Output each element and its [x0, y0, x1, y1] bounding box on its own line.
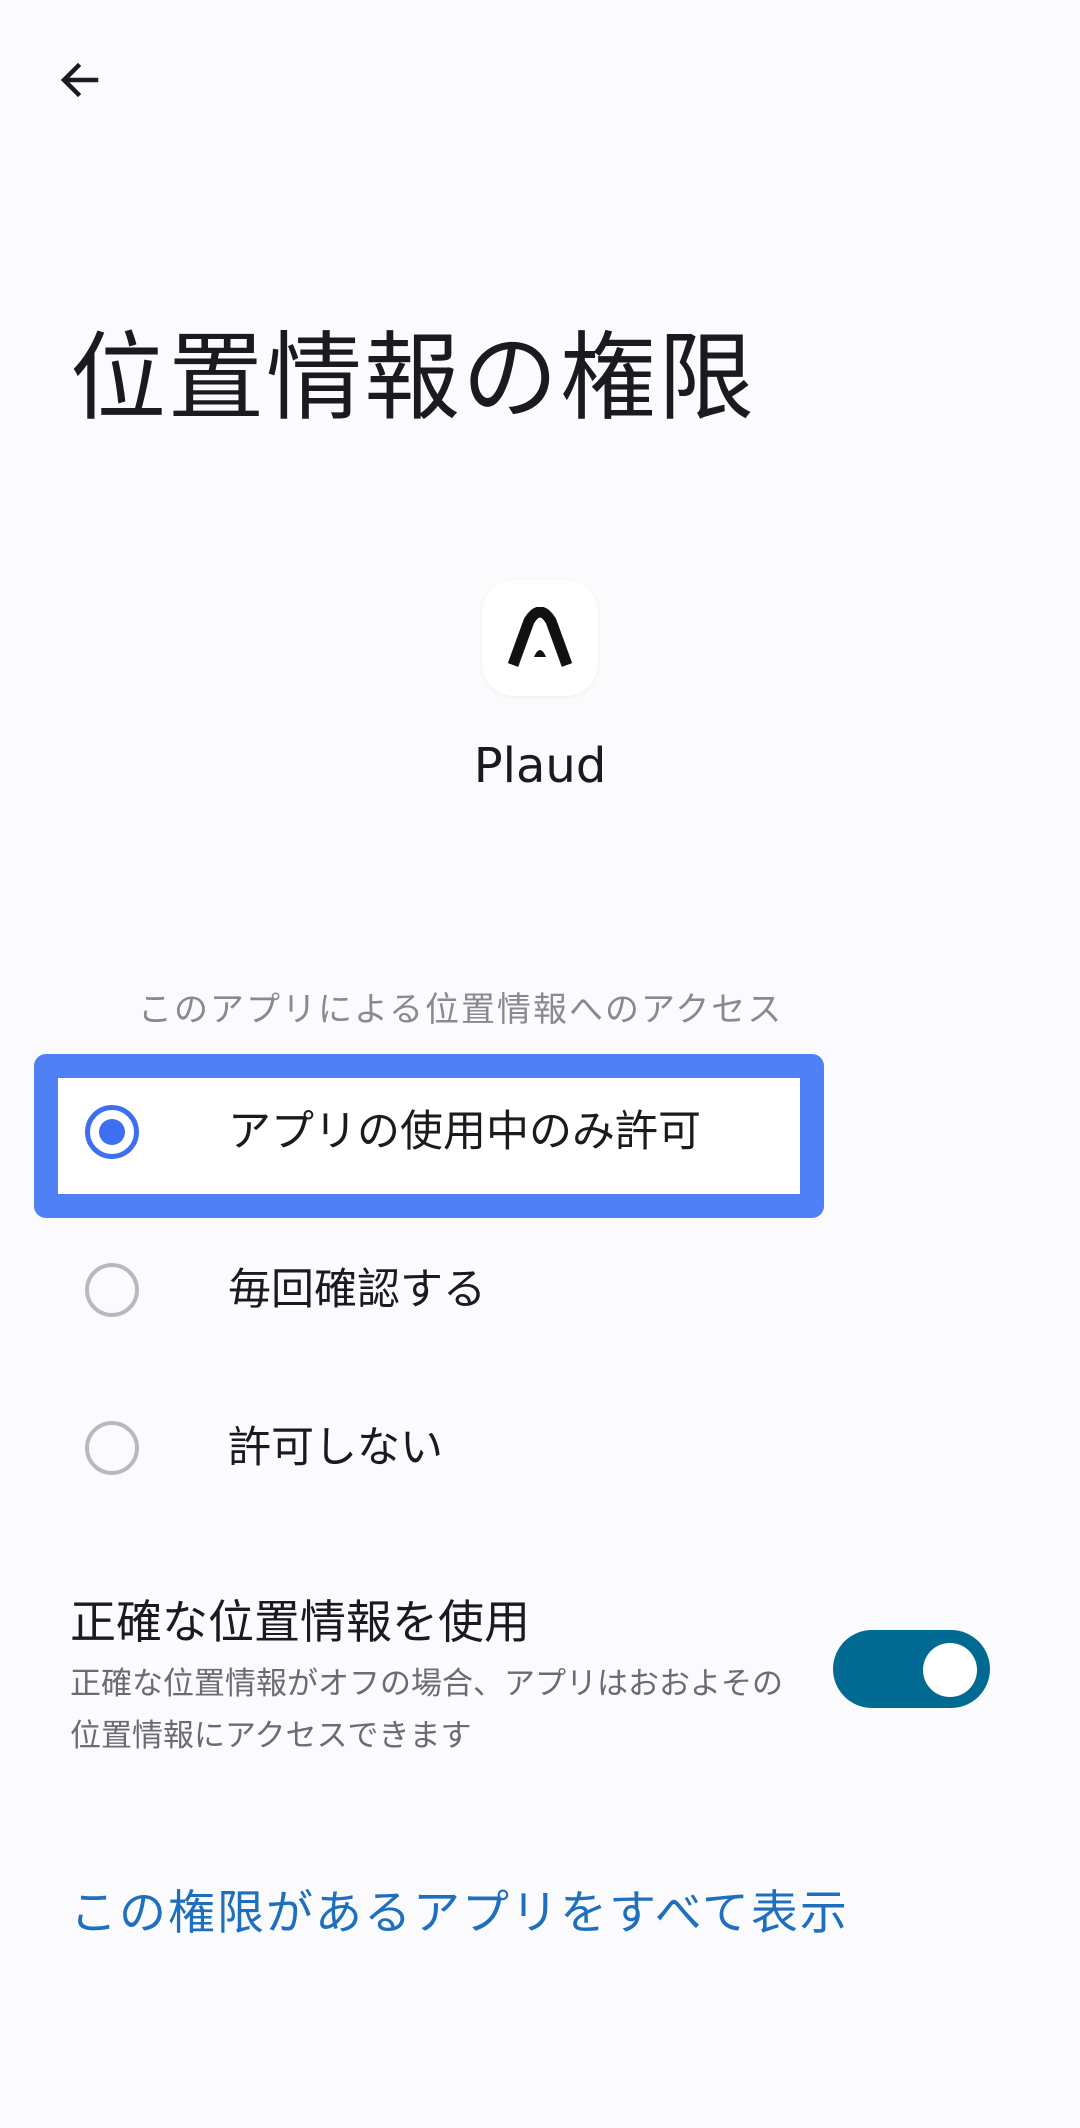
radio-unselected-icon	[85, 1421, 139, 1475]
see-all-apps-link[interactable]: この権限があるアプリをすべて表示	[70, 1884, 849, 1944]
radio-option-label: 毎回確認する	[228, 1265, 486, 1315]
radio-selected-icon	[85, 1105, 139, 1159]
page-title: 位置情報の権限	[70, 322, 756, 434]
radio-option-label: アプリの使用中のみ許可	[228, 1107, 701, 1157]
app-icon	[482, 580, 598, 696]
precise-location-toggle[interactable]	[833, 1630, 990, 1708]
radio-unselected-icon	[85, 1263, 139, 1317]
back-button[interactable]	[40, 40, 120, 120]
precise-location-title: 正確な位置情報を使用	[70, 1595, 530, 1649]
radio-option-while-using[interactable]: アプリの使用中のみ許可	[60, 1072, 1020, 1192]
radio-option-ask-every-time[interactable]: 毎回確認する	[60, 1230, 1020, 1350]
radio-option-label: 許可しない	[228, 1423, 443, 1473]
radio-option-deny[interactable]: 許可しない	[60, 1388, 1020, 1508]
app-name: Plaud	[473, 738, 607, 794]
arrow-left-icon	[60, 62, 99, 98]
precise-location-description: 正確な位置情報がオフの場合、アプリはおおよその位置情報にアクセスできます	[70, 1666, 783, 1754]
toggle-knob	[923, 1643, 977, 1697]
plaud-logo-icon	[507, 607, 573, 667]
access-section-header: このアプリによる位置情報へのアクセス	[138, 990, 784, 1030]
